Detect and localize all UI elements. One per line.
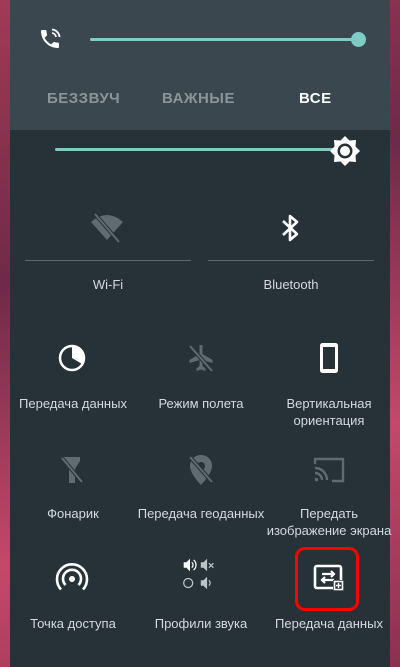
location-off-icon[interactable] <box>183 452 219 488</box>
data-usage-icon[interactable] <box>54 340 90 376</box>
data-transfer-label[interactable]: Передача данных <box>266 615 392 632</box>
mode-all[interactable]: ВСЕ <box>299 90 332 107</box>
portrait-rotation-icon[interactable] <box>311 340 347 376</box>
airplane-label[interactable]: Режим полета <box>136 395 266 412</box>
rotation-label-line2[interactable]: ориентация <box>266 412 392 429</box>
sound-profiles-label[interactable]: Профили звука <box>136 615 266 632</box>
hotspot-label[interactable]: Точка доступа <box>10 615 136 632</box>
location-label[interactable]: Передача геоданных <box>136 505 266 522</box>
sound-profiles-icon[interactable] <box>181 556 217 592</box>
bluetooth-label[interactable]: Bluetooth <box>208 276 374 293</box>
mode-silent[interactable]: БЕЗЗВУЧ <box>47 90 120 107</box>
cast-label-line1[interactable]: Передать <box>266 505 392 522</box>
mode-important[interactable]: ВАЖНЫЕ <box>162 90 235 107</box>
airplane-off-icon[interactable] <box>183 340 219 376</box>
brightness-icon[interactable] <box>328 134 362 168</box>
cast-icon[interactable] <box>311 452 347 488</box>
highlight-frame <box>295 547 359 611</box>
hotspot-icon[interactable] <box>54 560 90 596</box>
wifi-off-icon[interactable] <box>89 210 125 246</box>
bluetooth-divider <box>208 260 374 261</box>
bluetooth-icon[interactable] <box>272 210 308 246</box>
volume-header <box>10 0 390 130</box>
wifi-divider <box>25 260 191 261</box>
data-label[interactable]: Передача данных <box>10 395 136 412</box>
flashlight-off-icon[interactable] <box>54 452 90 488</box>
wifi-label[interactable]: Wi-Fi <box>25 276 191 293</box>
rotation-label-line1[interactable]: Вертикальная <box>266 395 392 412</box>
cast-label-line2[interactable]: изображение экрана <box>266 522 392 539</box>
volume-slider[interactable] <box>90 38 358 41</box>
flashlight-label[interactable]: Фонарик <box>10 505 136 522</box>
brightness-slider[interactable] <box>55 148 341 151</box>
volume-slider-thumb[interactable] <box>351 32 366 47</box>
phone-volume-icon <box>41 28 61 48</box>
